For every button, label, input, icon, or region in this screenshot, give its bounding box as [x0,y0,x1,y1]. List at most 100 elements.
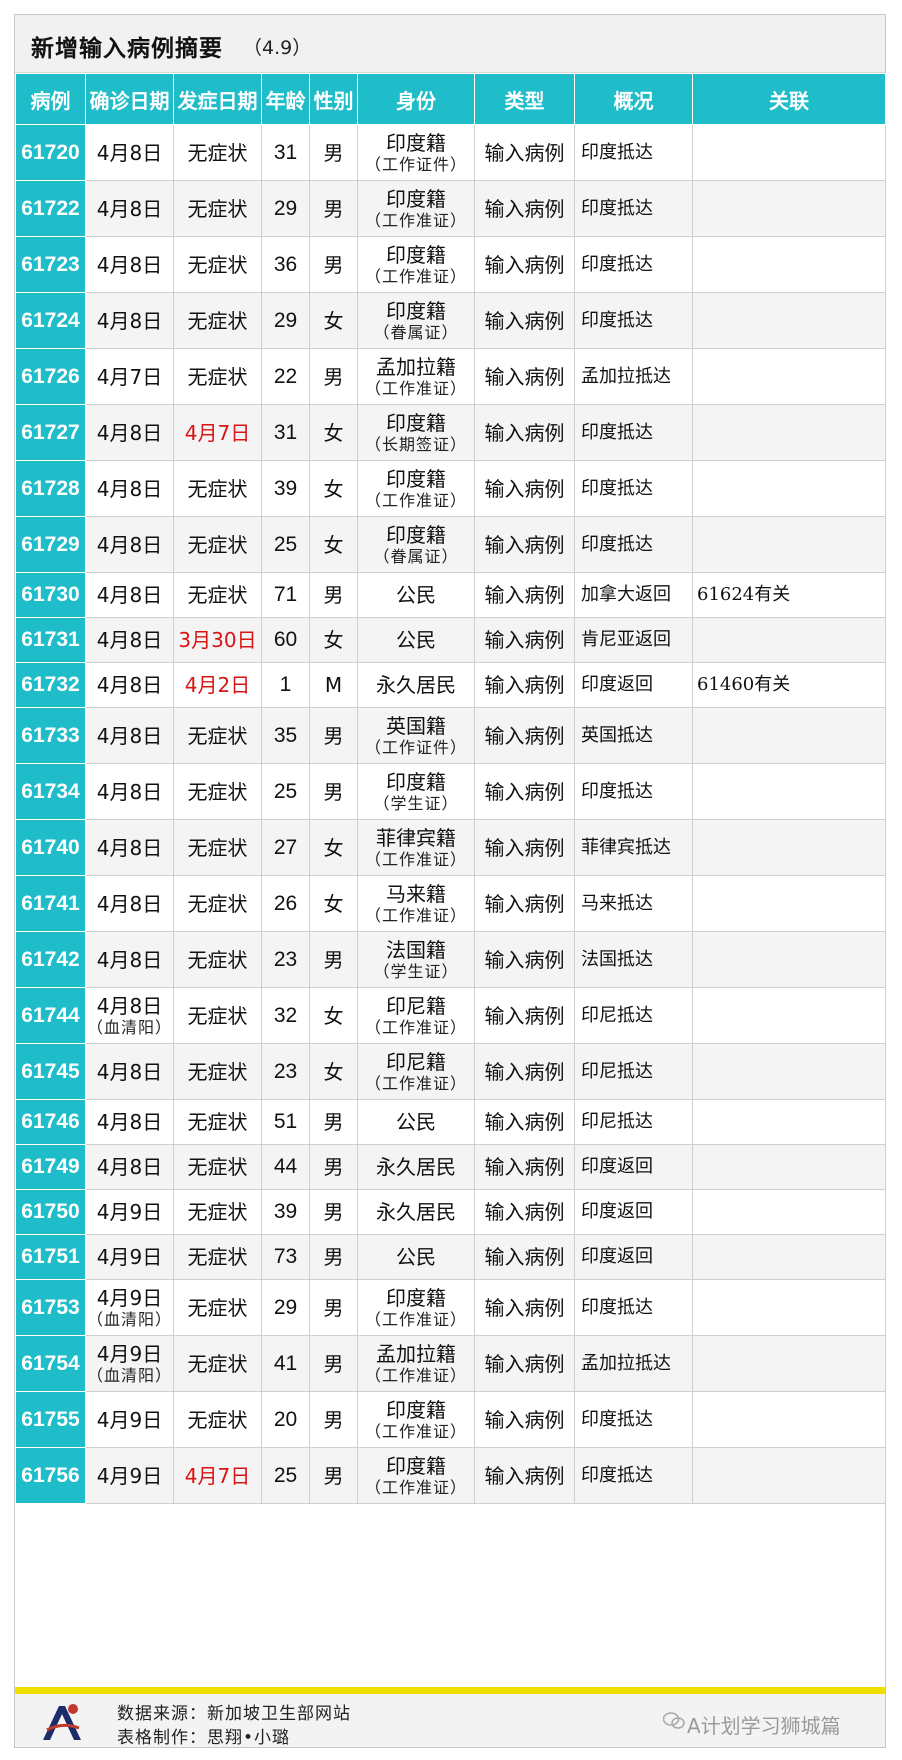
confirm-date-text: 4月8日 [96,673,163,697]
case-summary-text: 印度抵达 [581,1296,653,1318]
onset-date: 无症状 [173,572,262,618]
case-type-text: 输入病例 [484,1295,565,1320]
age: 31 [261,124,310,181]
identity: 印尼籍 （工作准证） [357,987,475,1044]
case-id: 61720 [15,124,86,181]
case-type: 输入病例 [474,1391,575,1448]
case-summary-text: 印度返回 [581,674,653,696]
onset-date-text: 无症状 [187,1245,248,1269]
confirm-date: 4月8日 [85,292,174,349]
identity-note: （眷属证） [373,546,459,566]
age-text: 27 [273,835,298,859]
case-link [692,1189,886,1235]
case-type-text: 输入病例 [484,583,565,607]
case-summary-text: 法国抵达 [581,948,653,970]
sex-text: 女 [323,476,344,501]
header-row: 病例 确诊日期 发症日期 年龄 性别 身份 类型 概况 关联 [15,73,886,125]
onset-date: 无症状 [173,180,262,237]
case-type: 输入病例 [474,460,575,517]
case-link [692,1144,886,1190]
table-row: 61723 4月8日 无症状 36 男印度籍 （工作准证） 输入病例 印度抵达 [15,236,886,293]
identity: 英国籍 （工作证件） [357,707,475,764]
identity-text: 公民 [396,583,436,607]
age: 25 [261,763,310,820]
onset-date-text: 无症状 [187,1155,248,1179]
case-link [692,931,886,988]
identity: 印尼籍 （工作准证） [357,1043,475,1100]
sex-text: 男 [323,1200,344,1224]
sex-text: 女 [323,420,344,445]
case-type: 输入病例 [474,1099,575,1145]
case-summary-text: 印度返回 [581,1246,653,1268]
table-row: 61754 4月9日 （血清阳） 无症状 41 男孟加拉籍 （工作准证） 输入病例 孟加拉抵达 [15,1335,886,1392]
confirm-date-text: 4月8日 [96,420,163,445]
age-text: 25 [273,779,298,803]
case-id: 61722 [15,180,86,237]
case-link [692,1335,886,1392]
confirm-date: 4月8日 [85,1099,174,1145]
case-summary-text: 马来抵达 [581,892,653,914]
confirm-date-text: 4月8日 [96,1110,163,1134]
case-summary: 印度返回 [574,1234,693,1280]
case-link [692,460,886,517]
case-id-text: 61751 [21,1245,80,1269]
identity-note: （工作准证） [364,1017,467,1037]
sex: 男 [309,1234,358,1280]
sex: 女 [309,460,358,517]
age: 27 [261,819,310,876]
case-id: 61753 [15,1279,86,1336]
case-type-text: 输入病例 [484,673,565,697]
case-type-text: 输入病例 [484,835,565,860]
cases-table: 病例 确诊日期 发症日期 年龄 性别 身份 类型 概况 关联 61720 4月8日… [15,73,886,1504]
table-row: 61742 4月8日 无症状 23 男法国籍 （学生证） 输入病例 法国抵达 [15,931,886,988]
case-summary-text: 菲律宾抵达 [581,836,671,858]
table-row: 61722 4月8日 无症状 29 男印度籍 （工作准证） 输入病例 印度抵达 [15,180,886,237]
case-summary-text: 印尼抵达 [581,1060,653,1082]
case-type-text: 输入病例 [484,947,565,972]
age-text: 71 [273,583,298,607]
sex-text: 男 [323,1407,344,1432]
age-text: 51 [273,1110,298,1134]
confirm-date: 4月8日 [85,1043,174,1100]
identity: 印度籍 （长期签证） [357,404,475,461]
case-type: 输入病例 [474,180,575,237]
identity-text: 永久居民 [376,673,456,697]
case-summary-text: 印度抵达 [581,197,653,219]
case-type-text: 输入病例 [484,476,565,501]
case-summary: 印度返回 [574,1189,693,1235]
case-type: 输入病例 [474,819,575,876]
onset-date-text: 无症状 [187,891,248,916]
case-type-text: 输入病例 [484,1351,565,1376]
table-row: 61726 4月7日 无症状 22 男孟加拉籍 （工作准证） 输入病例 孟加拉抵达 [15,348,886,405]
age: 29 [261,180,310,237]
sex-text: 男 [323,947,344,972]
identity: 印度籍 （工作准证） [357,236,475,293]
sex-text: M [324,673,343,697]
case-id-text: 61726 [21,364,80,388]
case-summary-text: 印度抵达 [581,1408,653,1430]
table-row: 61720 4月8日 无症状 31 男印度籍 （工作证件） 输入病例 印度抵达 [15,124,886,181]
confirm-date: 4月7日 [85,348,174,405]
identity-note: （工作证件） [364,737,467,757]
identity: 公民 [357,617,475,663]
confirm-date: 4月8日 [85,707,174,764]
age-text: 36 [273,252,298,276]
case-id-text: 61750 [21,1200,80,1224]
onset-date: 无症状 [173,707,262,764]
onset-date-text: 无症状 [187,723,248,748]
table-row: 61751 4月9日 无症状 73 男 公民 输入病例 印度返回 [15,1234,886,1280]
case-summary: 法国抵达 [574,931,693,988]
case-id-text: 61729 [21,532,80,556]
confirm-date: 4月8日 （血清阳） [85,987,174,1044]
case-summary: 印度抵达 [574,124,693,181]
case-id-text: 61722 [21,196,80,220]
case-id-text: 61732 [21,673,80,697]
sex: 男 [309,1391,358,1448]
table-row: 61741 4月8日 无症状 26 女马来籍 （工作准证） 输入病例 马来抵达 [15,875,886,932]
case-link [692,1391,886,1448]
case-id: 61742 [15,931,86,988]
case-summary-text: 孟加拉抵达 [581,365,671,387]
onset-date-text: 无症状 [187,1200,248,1224]
age-text: 25 [273,532,298,556]
sex-text: 男 [323,196,344,221]
